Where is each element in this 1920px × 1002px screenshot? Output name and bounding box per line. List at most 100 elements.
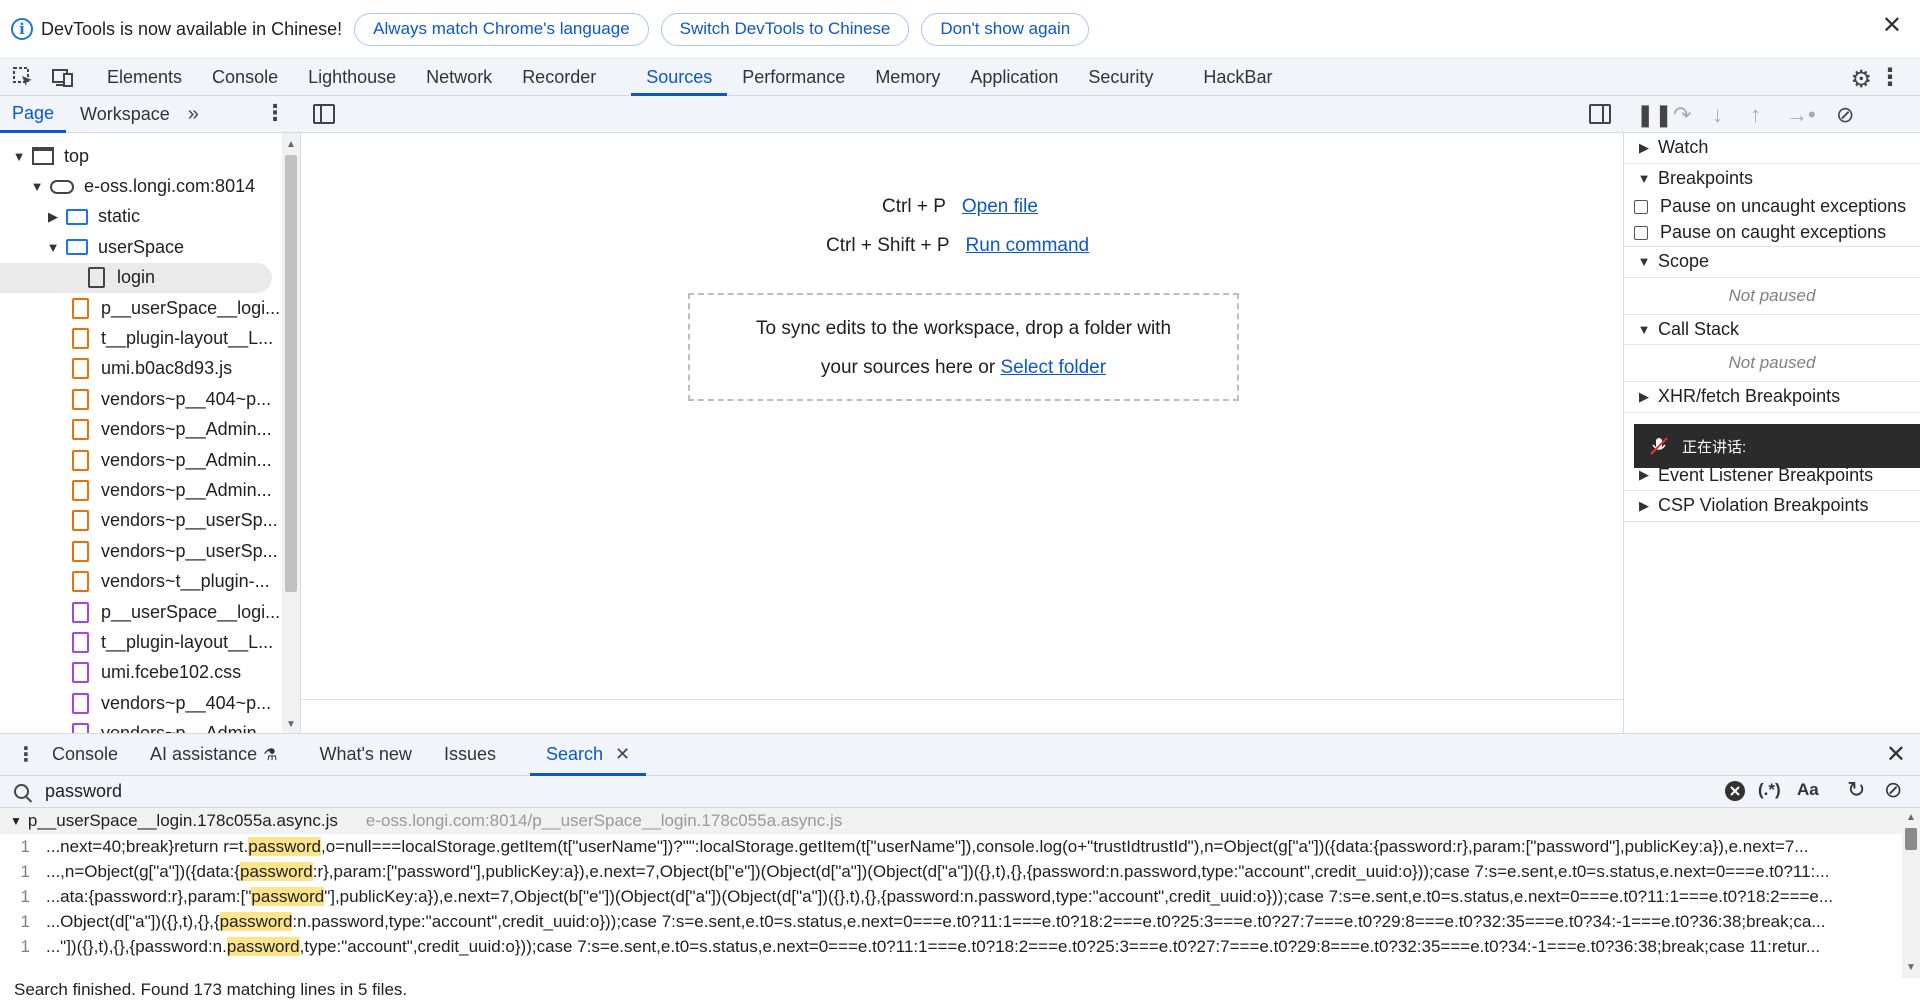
tree-item-file[interactable]: vendors~p__404~p... [0,384,282,414]
result-line[interactable]: 1 ...Object(d["a"])({},t),{},{password:n.… [0,909,1902,934]
more-tabs-chevron-icon[interactable]: » [188,103,199,126]
navigator-menu-icon[interactable]: ⋮ [264,100,286,126]
pause-caught-checkbox[interactable]: Pause on caught exceptions [1624,219,1920,247]
tab-sources[interactable]: Sources [631,59,728,96]
settings-gear-icon[interactable]: ⚙ [1850,65,1872,94]
tab-lighthouse[interactable]: Lighthouse [293,59,411,96]
tab-page[interactable]: Page [0,96,67,133]
clear-results-icon[interactable]: ⊘ [1884,777,1902,803]
section-call-stack[interactable]: ▼ Call Stack [1624,315,1920,345]
drawer-tab-console[interactable]: Console [36,733,134,776]
expand-triangle-icon[interactable]: ▼ [10,149,28,164]
tab-application[interactable]: Application [955,59,1073,96]
tab-workspace[interactable]: Workspace [66,96,184,133]
drawer-tab-issues[interactable]: Issues [428,733,512,776]
toggle-navigator-icon[interactable] [313,104,335,124]
tab-network[interactable]: Network [411,59,507,96]
drawer-tab-search[interactable]: Search ✕ [529,733,647,776]
search-input[interactable]: password [45,781,122,802]
close-drawer-icon[interactable]: ✕ [1886,740,1906,769]
device-toolbar-icon[interactable] [52,66,74,88]
close-infobar-icon[interactable]: ✕ [1882,14,1902,38]
result-line[interactable]: 1 ..."])({},t),{},{password:n.password,ty… [0,934,1902,959]
section-csp-breakpoints[interactable]: ▶ CSP Violation Breakpoints [1624,491,1920,522]
scroll-down-icon[interactable]: ▼ [286,719,296,730]
tree-item-userspace[interactable]: ▼ userSpace [0,232,282,262]
result-line[interactable]: 1 ...,n=Object(g["a"])({data:{password:r}… [0,859,1902,884]
tree-item-file[interactable]: vendors~p__Admin... [0,718,282,733]
regex-toggle[interactable]: (.*) [1758,780,1781,800]
inspect-element-icon[interactable] [12,66,34,88]
result-file-header[interactable]: ▼ p__userSpace__login.178c055a.async.js … [0,808,1902,834]
match-case-toggle[interactable]: Aa [1797,780,1819,800]
results-scrollbar[interactable]: ▲ ▼ [1902,808,1920,978]
switch-to-chinese-button[interactable]: Switch DevTools to Chinese [660,12,910,46]
select-folder-link[interactable]: Select folder [1000,357,1106,378]
tree-item-file[interactable]: t__plugin-layout__L... [0,323,282,353]
run-command-link[interactable]: Run command [966,235,1090,256]
section-xhr-breakpoints[interactable]: ▶ XHR/fetch Breakpoints [1624,382,1920,413]
scroll-down-icon[interactable]: ▼ [1906,962,1916,973]
tab-console[interactable]: Console [197,59,293,96]
tab-performance[interactable]: Performance [727,59,860,96]
expand-triangle-icon[interactable]: ▼ [44,240,62,255]
tree-item-file[interactable]: vendors~p__404~p... [0,688,282,718]
tree-item-file[interactable]: t__plugin-layout__L... [0,627,282,657]
always-match-language-button[interactable]: Always match Chrome's language [354,12,649,46]
pause-uncaught-checkbox[interactable]: Pause on uncaught exceptions [1624,194,1920,219]
dont-show-again-button[interactable]: Don't show again [921,12,1090,46]
section-scope[interactable]: ▼ Scope [1624,247,1920,278]
tree-item-file[interactable]: p__userSpace__logi... [0,597,282,627]
tree-item-login[interactable]: login [0,262,272,293]
tab-hackbar[interactable]: HackBar [1188,59,1287,96]
collapse-triangle-icon[interactable]: ▼ [10,814,22,828]
section-watch[interactable]: ▶ Watch [1624,133,1920,164]
tree-item-file[interactable]: vendors~p__Admin... [0,475,282,505]
navigator-scrollbar[interactable]: ▲ ▼ [282,133,300,733]
clear-search-icon[interactable] [1724,780,1746,807]
result-line[interactable]: 1 ...next=40;break}return r=t.password,o=… [0,834,1902,859]
tree-item-file[interactable]: umi.fcebe102.css [0,658,282,688]
refresh-icon[interactable]: ↻ [1847,777,1865,803]
drawer-tab-ai-assistance[interactable]: AI assistance ⚗ [134,733,303,776]
tree-item-file[interactable]: vendors~p__Admin... [0,445,282,475]
tree-item-file[interactable]: vendors~p__userSp... [0,506,282,536]
tree-item-file[interactable]: vendors~p__Admin... [0,415,282,445]
workspace-drop-zone[interactable]: To sync edits to the workspace, drop a f… [688,293,1239,401]
open-file-link[interactable]: Open file [962,196,1038,217]
results-scroll-thumb[interactable] [1905,828,1917,850]
tree-item-file[interactable]: vendors~t__plugin-... [0,566,282,596]
step-into-icon[interactable]: ↓ [1712,102,1723,128]
tree-item-file[interactable]: p__userSpace__logi... [0,293,282,323]
tree-item-file[interactable]: vendors~p__userSp... [0,536,282,566]
step-out-icon[interactable]: ↑ [1750,102,1761,128]
navigator-scroll-thumb[interactable] [285,155,297,592]
checkbox-icon[interactable] [1634,225,1648,240]
tab-recorder[interactable]: Recorder [507,59,611,96]
toggle-debugger-icon[interactable] [1589,104,1611,124]
deactivate-breakpoints-icon[interactable]: ⊘ [1836,102,1854,128]
result-line[interactable]: 1 ...ata:{password:r},param:["password"],… [0,884,1902,909]
section-breakpoints[interactable]: ▼ Breakpoints [1624,164,1920,195]
drawer-menu-icon[interactable]: ⋮ [16,742,36,767]
tree-item-top[interactable]: ▼ top [0,141,282,171]
tab-elements[interactable]: Elements [92,59,197,96]
pause-resume-icon[interactable]: ❚❚ [1636,102,1673,128]
tab-security[interactable]: Security [1073,59,1168,96]
tree-item-static[interactable]: ▶ static [0,202,282,232]
tree-item-domain[interactable]: ▼ e-oss.longi.com:8014 [0,171,282,201]
voice-speaking-overlay: 正在讲话: [1634,424,1920,468]
checkbox-icon[interactable] [1634,199,1648,214]
more-options-icon[interactable]: ⋮ [1878,63,1902,92]
tree-item-file[interactable]: umi.b0ac8d93.js [0,354,282,384]
step-over-icon[interactable]: ↷ [1673,102,1691,128]
drawer-tab-whats-new[interactable]: What's new [303,733,427,776]
tab-memory[interactable]: Memory [860,59,955,96]
collapse-triangle-icon[interactable]: ▶ [44,209,62,225]
scroll-up-icon[interactable]: ▲ [1906,812,1916,823]
expand-triangle-icon[interactable]: ▼ [28,179,46,194]
run-command-shortcut: Ctrl + Shift + P Run command [826,235,1089,257]
scroll-up-icon[interactable]: ▲ [286,139,296,150]
close-search-tab-icon[interactable]: ✕ [615,744,630,765]
step-icon[interactable]: →• [1786,102,1816,128]
